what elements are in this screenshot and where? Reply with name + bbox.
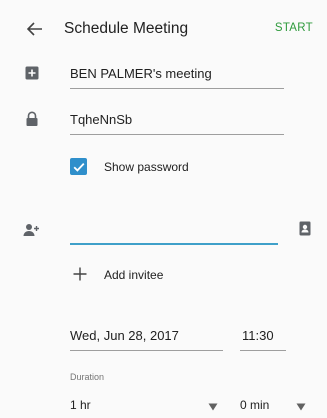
topic-input[interactable]: BEN PALMER's meeting — [70, 66, 212, 81]
checkmark-icon — [73, 162, 84, 172]
password-underline — [70, 134, 284, 135]
date-field[interactable]: Wed, Jun 28, 2017 — [70, 328, 179, 343]
show-password-label[interactable]: Show password — [104, 160, 189, 174]
date-underline — [70, 350, 223, 351]
add-invitee-button[interactable]: Add invitee — [104, 268, 163, 282]
add-person-icon — [23, 222, 39, 238]
duration-hours-select[interactable]: 1 hr — [70, 398, 91, 412]
plus-icon[interactable] — [72, 266, 88, 282]
topic-underline — [70, 88, 284, 89]
page-title: Schedule Meeting — [64, 20, 189, 37]
password-input[interactable]: TqheNnSb — [70, 112, 132, 127]
duration-minutes-select[interactable]: 0 min — [240, 398, 269, 412]
chevron-down-icon[interactable] — [208, 403, 218, 411]
back-button[interactable] — [20, 14, 50, 44]
time-field[interactable]: 11:30 — [242, 328, 274, 343]
arrow-left-icon — [27, 22, 42, 36]
contacts-icon[interactable] — [297, 220, 313, 236]
start-button[interactable]: START — [275, 22, 313, 34]
lock-icon — [24, 111, 40, 127]
duration-label: Duration — [70, 372, 105, 382]
toolbar: Schedule Meeting START — [0, 0, 327, 58]
chevron-down-icon[interactable] — [296, 403, 306, 411]
invitee-underline — [70, 243, 278, 245]
show-password-checkbox[interactable] — [70, 158, 87, 175]
time-underline — [240, 350, 286, 351]
topic-icon — [24, 65, 40, 81]
